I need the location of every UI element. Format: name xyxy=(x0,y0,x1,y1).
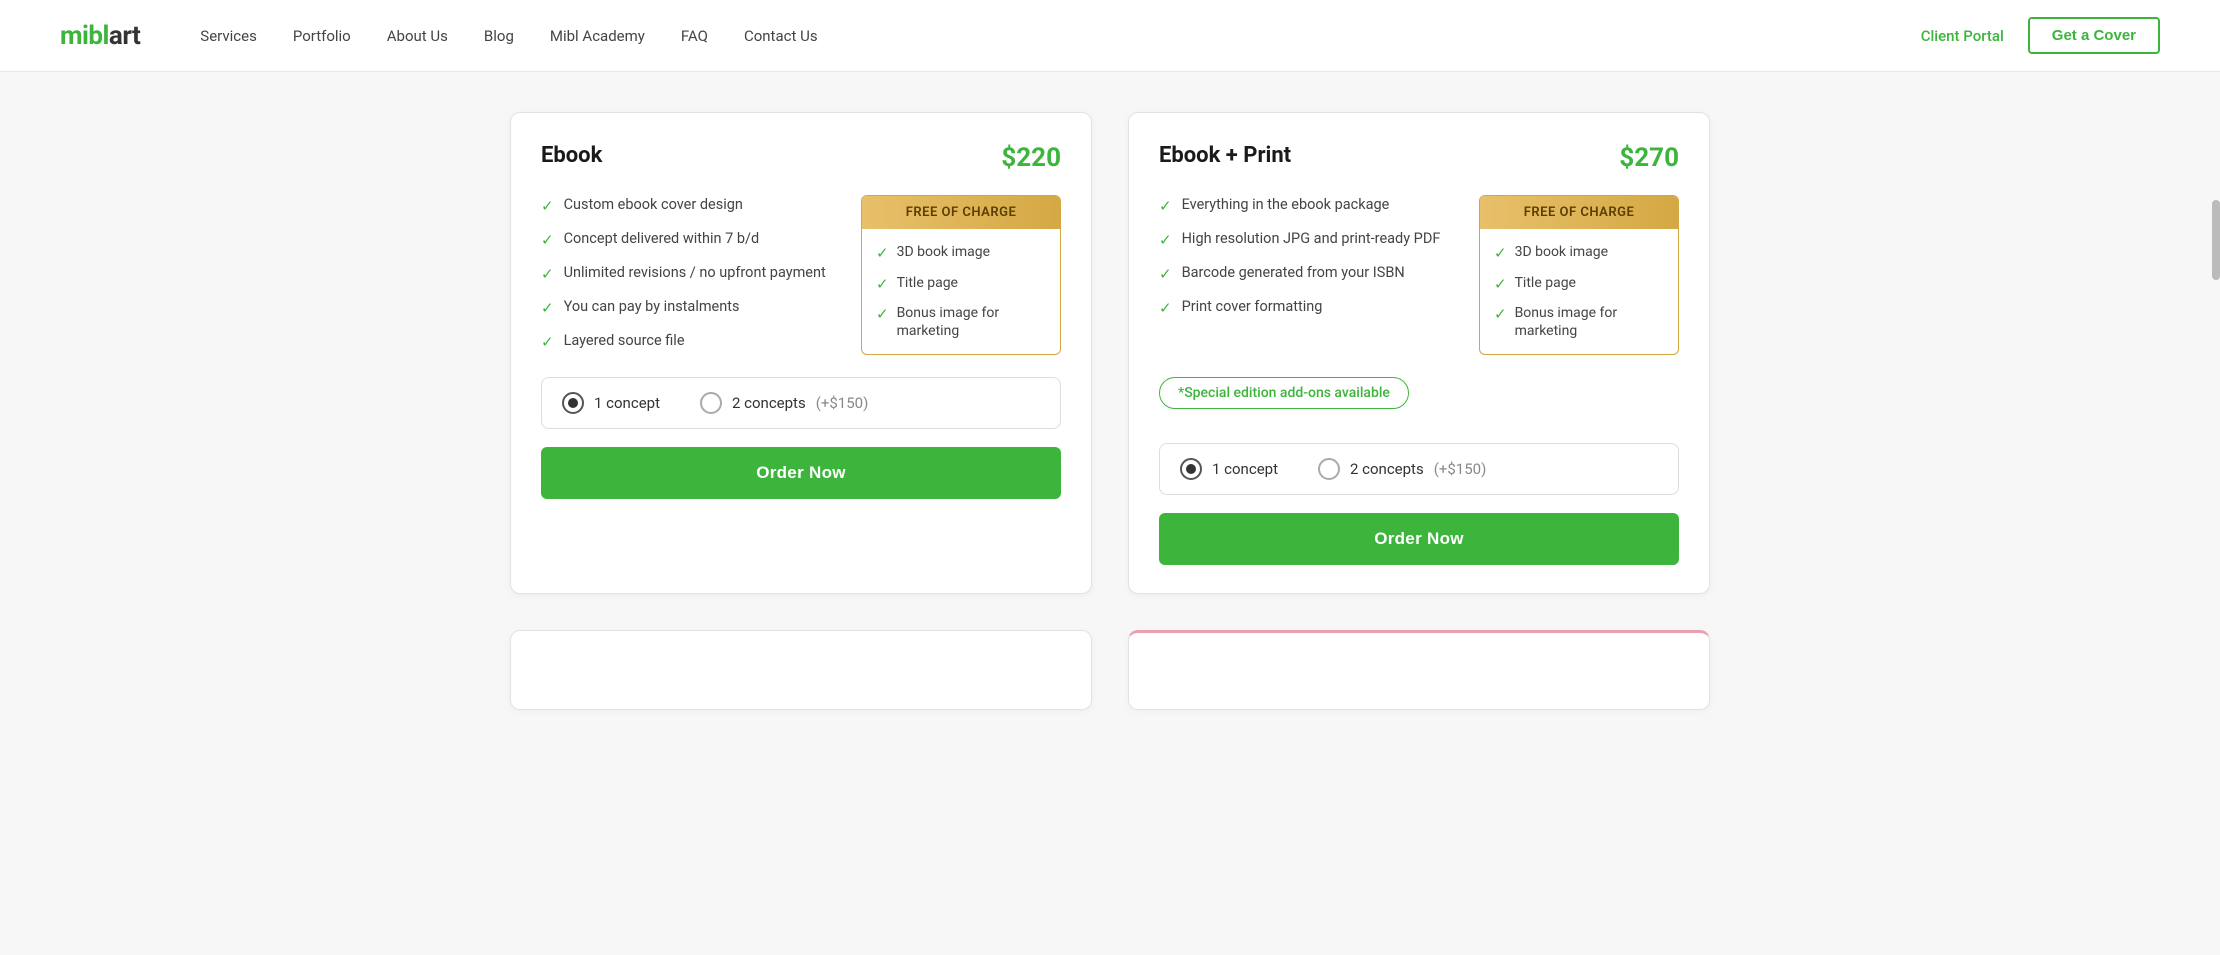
ebook-free-box-items: ✓ 3D book image ✓ Title page ✓ Bonus ima… xyxy=(862,229,1060,354)
ep-concept-2-extra: (+$150) xyxy=(1434,460,1487,478)
ep-feature-3: ✓ Barcode generated from your ISBN xyxy=(1159,263,1455,285)
ebook-price: $220 xyxy=(1001,143,1061,173)
free-check-icon-2: ✓ xyxy=(876,275,889,295)
scrollbar[interactable] xyxy=(2212,200,2220,280)
ebook-concept-1[interactable]: 1 concept xyxy=(562,392,660,414)
ebook-features: ✓ Custom ebook cover design ✓ Concept de… xyxy=(541,195,837,355)
ebook-free-box-header: FREE OF CHARGE xyxy=(862,196,1060,229)
nav-contact-us[interactable]: Contact Us xyxy=(744,27,818,45)
ep-check-1: ✓ xyxy=(1159,196,1172,217)
bottom-card-2 xyxy=(1128,630,1710,710)
ep-concept-2[interactable]: 2 concepts (+$150) xyxy=(1318,458,1486,480)
logo[interactable]: miblart xyxy=(60,21,140,51)
ebook-radio-1-outer xyxy=(562,392,584,414)
ep-concept-1-label: 1 concept xyxy=(1212,460,1278,478)
nav-blog[interactable]: Blog xyxy=(484,27,514,45)
ebook-concept-2-label: 2 concepts xyxy=(732,394,806,412)
ebook-concept-2-extra: (+$150) xyxy=(816,394,869,412)
ebook-free-item-3: ✓ Bonus image for marketing xyxy=(876,304,1046,340)
nav-right: Client Portal Get a Cover xyxy=(1921,17,2160,54)
ebook-concept-selector: 1 concept 2 concepts (+$150) xyxy=(541,377,1061,429)
ebook-concept-2[interactable]: 2 concepts (+$150) xyxy=(700,392,868,414)
ebook-print-card: Ebook + Print $270 ✓ Everything in the e… xyxy=(1128,112,1710,594)
ep-concept-2-label: 2 concepts xyxy=(1350,460,1424,478)
ebook-card: Ebook $220 ✓ Custom ebook cover design ✓… xyxy=(510,112,1092,594)
special-edition-badge[interactable]: *Special edition add-ons available xyxy=(1159,377,1409,409)
logo-art: art xyxy=(109,21,140,51)
free-check-icon-1: ✓ xyxy=(876,244,889,264)
bottom-row xyxy=(510,630,1710,710)
nav-links: Services Portfolio About Us Blog Mibl Ac… xyxy=(200,27,1920,45)
ep-concept-selector: 1 concept 2 concepts (+$150) xyxy=(1159,443,1679,495)
check-icon-3: ✓ xyxy=(541,264,554,285)
ebook-card-body: ✓ Custom ebook cover design ✓ Concept de… xyxy=(541,195,1061,355)
ep-free-box-header: FREE OF CHARGE xyxy=(1480,196,1678,229)
ep-order-button[interactable]: Order Now xyxy=(1159,513,1679,565)
ep-free-item-1: ✓ 3D book image xyxy=(1494,243,1664,264)
ep-free-check-1: ✓ xyxy=(1494,244,1507,264)
nav-mibl-academy[interactable]: Mibl Academy xyxy=(550,27,645,45)
ebook-card-header: Ebook $220 xyxy=(541,143,1061,173)
main-content: Ebook $220 ✓ Custom ebook cover design ✓… xyxy=(0,72,2220,770)
bottom-card-1 xyxy=(510,630,1092,710)
ep-free-box-items: ✓ 3D book image ✓ Title page ✓ Bonus ima… xyxy=(1480,229,1678,354)
ep-radio-1-inner xyxy=(1186,464,1196,474)
ep-feature-1: ✓ Everything in the ebook package xyxy=(1159,195,1455,217)
free-check-icon-3: ✓ xyxy=(876,305,889,325)
ebook-free-item-2: ✓ Title page xyxy=(876,274,1046,295)
ep-check-4: ✓ xyxy=(1159,298,1172,319)
nav-faq[interactable]: FAQ xyxy=(681,27,708,45)
ep-concept-1[interactable]: 1 concept xyxy=(1180,458,1278,480)
special-edition-wrapper: *Special edition add-ons available xyxy=(1159,377,1679,427)
check-icon-2: ✓ xyxy=(541,230,554,251)
ep-radio-2-outer xyxy=(1318,458,1340,480)
check-icon-4: ✓ xyxy=(541,298,554,319)
ep-free-item-3: ✓ Bonus image for marketing xyxy=(1494,304,1664,340)
nav-portfolio[interactable]: Portfolio xyxy=(293,27,351,45)
ebook-concept-1-label: 1 concept xyxy=(594,394,660,412)
get-cover-button[interactable]: Get a Cover xyxy=(2028,17,2160,54)
check-icon-1: ✓ xyxy=(541,196,554,217)
ebook-feature-2: ✓ Concept delivered within 7 b/d xyxy=(541,229,837,251)
ebook-feature-5: ✓ Layered source file xyxy=(541,331,837,353)
ebook-title: Ebook xyxy=(541,143,602,168)
ebook-radio-1-inner xyxy=(568,398,578,408)
ep-check-2: ✓ xyxy=(1159,230,1172,251)
ebook-free-box: FREE OF CHARGE ✓ 3D book image ✓ Title p… xyxy=(861,195,1061,355)
ebook-print-card-header: Ebook + Print $270 xyxy=(1159,143,1679,173)
nav-about-us[interactable]: About Us xyxy=(387,27,448,45)
ep-free-check-2: ✓ xyxy=(1494,275,1507,295)
ebook-print-title: Ebook + Print xyxy=(1159,143,1291,168)
ep-free-box: FREE OF CHARGE ✓ 3D book image ✓ Title p… xyxy=(1479,195,1679,355)
ebook-feature-3: ✓ Unlimited revisions / no upfront payme… xyxy=(541,263,837,285)
ep-free-item-2: ✓ Title page xyxy=(1494,274,1664,295)
logo-mibl: mibl xyxy=(60,21,109,51)
ebook-print-price: $270 xyxy=(1619,143,1679,173)
ep-radio-1-outer xyxy=(1180,458,1202,480)
ebook-feature-1: ✓ Custom ebook cover design xyxy=(541,195,837,217)
client-portal-link[interactable]: Client Portal xyxy=(1921,27,2004,45)
navbar: miblart Services Portfolio About Us Blog… xyxy=(0,0,2220,72)
ebook-free-item-1: ✓ 3D book image xyxy=(876,243,1046,264)
ebook-print-card-body: ✓ Everything in the ebook package ✓ High… xyxy=(1159,195,1679,355)
ep-feature-4: ✓ Print cover formatting xyxy=(1159,297,1455,319)
ebook-order-button[interactable]: Order Now xyxy=(541,447,1061,499)
ep-feature-2: ✓ High resolution JPG and print-ready PD… xyxy=(1159,229,1455,251)
nav-services[interactable]: Services xyxy=(200,27,257,45)
ebook-print-features: ✓ Everything in the ebook package ✓ High… xyxy=(1159,195,1455,355)
check-icon-5: ✓ xyxy=(541,332,554,353)
ep-check-3: ✓ xyxy=(1159,264,1172,285)
ebook-radio-2-outer xyxy=(700,392,722,414)
ebook-feature-4: ✓ You can pay by instalments xyxy=(541,297,837,319)
ep-free-check-3: ✓ xyxy=(1494,305,1507,325)
pricing-row: Ebook $220 ✓ Custom ebook cover design ✓… xyxy=(510,112,1710,594)
